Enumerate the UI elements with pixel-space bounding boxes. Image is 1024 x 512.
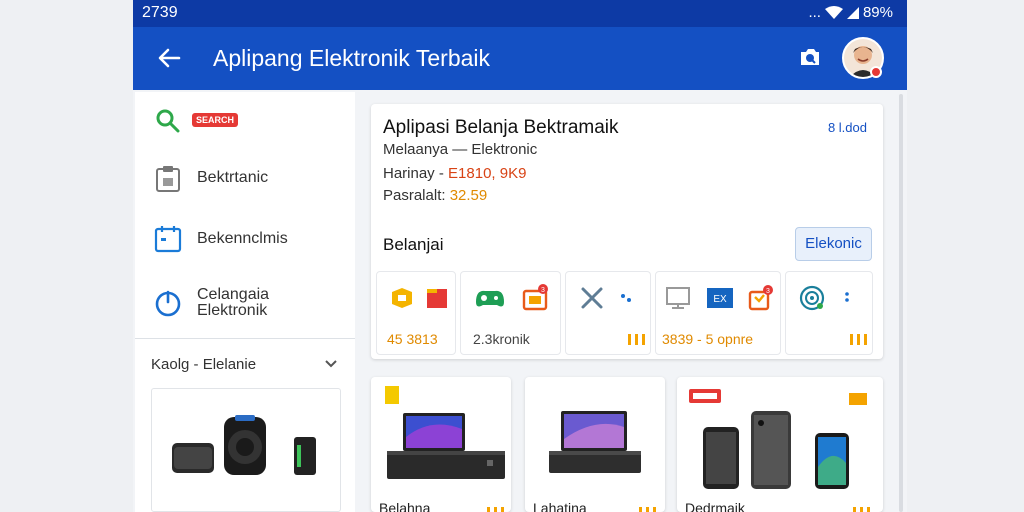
laptop-image — [549, 411, 641, 473]
clipboard-icon — [156, 166, 180, 192]
bars-indicator — [853, 507, 870, 512]
sidebar-item-label: Bekennclmis — [197, 230, 288, 247]
sidebar-section-title: Kaolg - Elelanie — [151, 356, 257, 373]
more-dots-icon[interactable] — [842, 284, 852, 312]
info-line-2-value: E1810, 9K9 — [448, 165, 527, 182]
info-line-2-label: Harinay - — [383, 165, 444, 182]
notification-dot — [870, 66, 882, 78]
product-card-3[interactable]: Dedrmaik — [677, 377, 883, 512]
sidebar-item-electronic[interactable]: Bektrtanic — [135, 150, 355, 206]
product-card-2[interactable]: Lahatina — [525, 377, 665, 512]
category-tile-3[interactable] — [565, 271, 651, 355]
svg-text:EX: EX — [713, 294, 727, 305]
info-line-3-label: Pasralalt: — [383, 187, 446, 204]
signal-dots: ... — [808, 4, 821, 21]
wifi-icon — [824, 5, 843, 19]
laptop-console-image — [385, 386, 505, 479]
phone-screen: 2739 ... 89% Aplipang Elektronik Terbaik — [133, 0, 907, 512]
calendar-icon — [154, 226, 182, 253]
sidebar-item-search[interactable]: SEARCH — [135, 92, 355, 148]
product-label: Lahatina — [533, 500, 587, 512]
product-card-1[interactable]: Belahna — [371, 377, 511, 512]
phones-image — [689, 389, 867, 489]
bars-indicator — [487, 507, 504, 512]
bag-icon: 3 — [748, 285, 773, 311]
spiral-icon — [799, 285, 825, 311]
card-code[interactable]: 8 l.dod — [828, 120, 867, 135]
status-time: 2739 — [142, 4, 178, 21]
back-arrow-icon[interactable] — [153, 42, 185, 74]
category-tile-2[interactable]: 3 2.3kronik — [460, 271, 561, 355]
bars-indicator — [639, 507, 656, 512]
status-bar: 2739 ... 89% — [133, 0, 907, 27]
chevron-down-icon[interactable] — [323, 356, 339, 372]
sidebar: SEARCH Bektrtanic Bekennclmis Celangaia … — [135, 92, 355, 512]
search-icon[interactable] — [797, 44, 823, 70]
bars-indicator — [850, 334, 867, 345]
product-label: Belahna — [379, 500, 431, 512]
main-info-card: Aplipasi Belanja Bektramaik 8 l.dod Mela… — [371, 104, 883, 359]
info-line-1-value: — Elektronic — [452, 141, 538, 158]
cell-signal-icon — [846, 6, 859, 19]
category-tile-5[interactable] — [785, 271, 873, 355]
info-line-3: Pasralalt: 32.59 — [383, 187, 487, 204]
shopping-bag-icon: 3 — [522, 284, 548, 311]
gamepad-icon — [476, 290, 504, 307]
tile-label: 3839 - 5 opnre — [662, 331, 754, 347]
sidebar-item-shop-electronic[interactable]: Celangaia Elektronik — [135, 272, 355, 332]
category-tile-1[interactable]: 45 3813 — [376, 271, 456, 355]
dots-icon — [621, 294, 631, 302]
ex-card-icon: EX — [707, 288, 733, 308]
gift-box-icon — [392, 288, 412, 308]
section-label: Belanjai — [383, 235, 444, 254]
bars-indicator — [628, 334, 645, 345]
power-icon — [155, 290, 181, 317]
sidebar-product-card[interactable] — [151, 388, 341, 512]
speakers-image — [172, 415, 316, 475]
scrollbar[interactable] — [899, 94, 903, 512]
info-line-1-label: Melaanya — [383, 141, 449, 158]
category-tile-4[interactable]: EX 3 3839 - 5 opnre — [655, 271, 781, 355]
info-line-2: Harinay - E1810, 9K9 — [383, 165, 526, 182]
battery-level: 89% — [862, 4, 893, 21]
tile-label: 2.3kronik — [473, 331, 530, 347]
sidebar-item-label: Celangaia Elektronik — [197, 286, 270, 319]
badge-count: 3 — [766, 288, 770, 295]
sidebar-item-label: Bektrtanic — [197, 169, 269, 186]
info-line-1: Melaanya — Elektronic — [383, 141, 537, 158]
app-title: Aplipang Elektronik Terbaik — [213, 45, 491, 71]
tile-label: 45 3813 — [387, 331, 438, 347]
card-title: Aplipasi Belanja Bektramaik — [383, 117, 619, 138]
sidebar-item-category[interactable]: Bekennclmis — [135, 210, 355, 266]
monitor-icon — [666, 287, 690, 309]
search-badge: SEARCH — [192, 113, 239, 127]
search-icon — [156, 109, 180, 133]
tools-icon — [581, 287, 603, 309]
status-right: ... 89% — [808, 4, 893, 21]
sidebar-divider — [135, 338, 355, 339]
product-label: Dedrmaik — [685, 500, 745, 512]
badge-count: 3 — [541, 287, 545, 294]
app-bar: Aplipang Elektronik Terbaik — [133, 27, 907, 90]
red-box-icon — [427, 289, 447, 308]
electronic-button[interactable]: Elekonic — [795, 227, 872, 261]
info-line-3-value: 32.59 — [449, 187, 488, 204]
